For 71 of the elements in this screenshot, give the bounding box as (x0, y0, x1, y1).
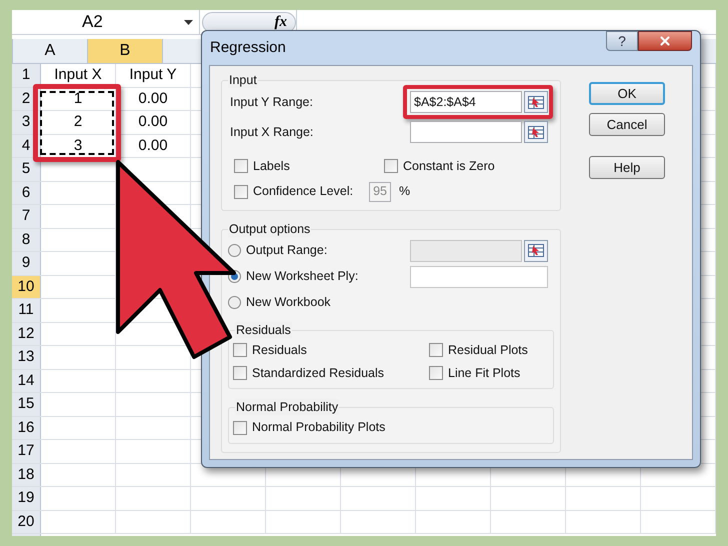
row-header[interactable]: 16 (12, 416, 41, 439)
name-box[interactable]: A2 (12, 10, 200, 34)
checkbox[interactable] (233, 366, 247, 380)
range-select-icon (528, 96, 544, 108)
radio-button[interactable] (228, 296, 241, 310)
output-input-field[interactable] (410, 266, 548, 288)
checkbox-label: Line Fit Plots (448, 364, 520, 382)
range-select-icon (528, 244, 544, 258)
checkbox-label: Labels (253, 158, 290, 175)
range-input-field[interactable] (410, 121, 522, 143)
row-header[interactable]: 14 (12, 370, 41, 392)
row-header[interactable]: 10 (12, 276, 41, 298)
dialog-title: Regression (210, 38, 286, 58)
checkbox[interactable] (384, 159, 398, 174)
checkbox-label: Residuals (252, 342, 307, 359)
unit-label: % (398, 183, 410, 200)
radio-label: Output Range: (246, 242, 328, 260)
help-button[interactable]: ? (606, 31, 638, 51)
row-header[interactable]: 18 (12, 464, 41, 486)
dialog-button[interactable]: Help (589, 156, 665, 179)
dropdown-caret-icon (184, 20, 193, 24)
radio-label: New Workbook (246, 294, 331, 312)
row-header[interactable]: 11 (12, 299, 41, 322)
cell-text: 1 (74, 88, 82, 108)
cell-text: Input X (54, 65, 102, 85)
dialog-button[interactable]: Cancel (589, 113, 665, 136)
checkbox[interactable] (234, 159, 248, 174)
checkbox-label: Residual Plots (448, 342, 528, 359)
range-select-button[interactable] (524, 91, 548, 113)
checkbox-label: Confidence Level: (253, 183, 354, 200)
cell-text: Input Y (129, 65, 177, 85)
row-header[interactable]: 19 (12, 487, 41, 510)
row-header[interactable]: 8 (12, 228, 41, 251)
checkbox[interactable] (233, 420, 247, 435)
checkbox[interactable] (233, 343, 247, 358)
cell-text: 0.00 (138, 136, 168, 156)
close-button[interactable] (638, 31, 692, 51)
close-icon (658, 34, 672, 48)
checkbox-label: Normal Probability Plots (252, 419, 386, 436)
row-header[interactable]: 20 (12, 510, 41, 533)
row-header[interactable]: 9 (12, 252, 41, 274)
range-select-button[interactable] (524, 240, 548, 262)
cell-text: 3 (74, 136, 82, 156)
radio-button[interactable] (228, 244, 241, 258)
insert-function-label[interactable]: fx (274, 10, 287, 34)
checkbox[interactable] (234, 184, 248, 199)
row-header[interactable]: 1 (12, 64, 41, 86)
row-header[interactable]: 17 (12, 440, 41, 462)
radio-label: New Worksheet Ply: (246, 268, 358, 286)
row-header[interactable]: 13 (12, 346, 41, 368)
range-select-button[interactable] (524, 121, 548, 143)
row-header[interactable]: 7 (12, 205, 41, 228)
dialog-button[interactable]: OK (589, 82, 665, 105)
group-title: Input (228, 72, 258, 88)
checkbox[interactable] (429, 366, 443, 380)
field-label: Input Y Range: (230, 94, 313, 111)
cell-text: 0.00 (138, 88, 168, 108)
range-select-icon (528, 126, 544, 138)
row-header[interactable]: 6 (12, 182, 41, 204)
cell-text: 2 (74, 112, 82, 132)
row-header[interactable]: 5 (12, 158, 41, 180)
group-title: Normal Probability (235, 399, 340, 416)
cell-text: 0.00 (138, 112, 168, 132)
row-header[interactable]: 12 (12, 322, 41, 345)
column-header[interactable]: B (88, 39, 163, 63)
checkbox-label: Constant is Zero (403, 158, 495, 175)
range-input-field[interactable]: $A$2:$A$4 (410, 91, 522, 113)
field-label: Input X Range: (230, 124, 314, 141)
row-header[interactable]: 15 (12, 393, 41, 416)
checkbox-label: Standardized Residuals (252, 364, 384, 382)
checkbox[interactable] (429, 343, 443, 358)
